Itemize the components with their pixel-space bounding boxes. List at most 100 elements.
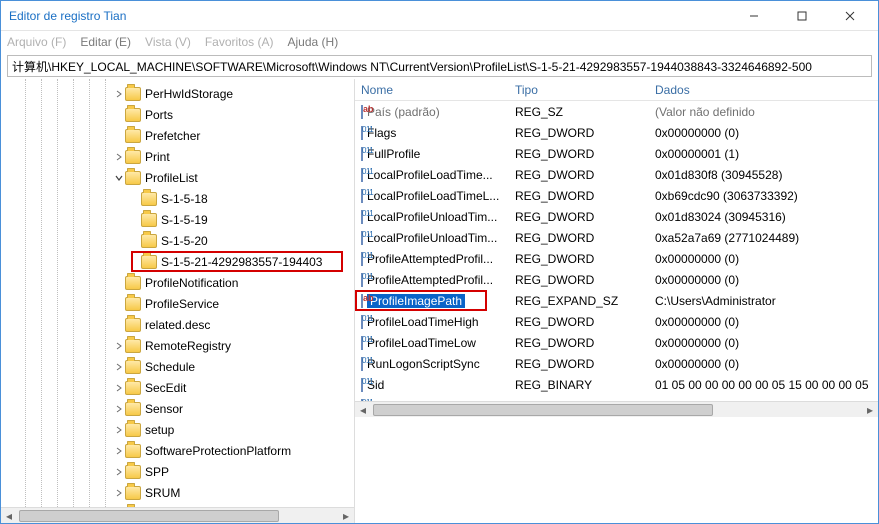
tree-item[interactable]: ProfileNotification <box>1 272 354 293</box>
value-row[interactable]: LocalProfileUnloadTim...REG_DWORD0xa52a7… <box>355 227 878 248</box>
value-data: (Valor não definido <box>655 105 878 119</box>
chevron-right-icon[interactable] <box>113 151 125 163</box>
tree-item[interactable]: SoftwareProtectionPlatform <box>1 440 354 461</box>
list-body[interactable]: País (padrão)REG_SZ(Valor não definidoFl… <box>355 101 878 416</box>
tree-item[interactable]: S-1-5-21-4292983557-194403 <box>1 251 354 272</box>
value-type: REG_SZ <box>515 105 655 119</box>
folder-icon <box>141 234 157 248</box>
tree-item[interactable]: SRUM <box>1 482 354 503</box>
tree-item[interactable]: RemoteRegistry <box>1 335 354 356</box>
col-data[interactable]: Dados <box>655 83 878 97</box>
binary-value-icon <box>361 189 363 203</box>
chevron-right-icon[interactable] <box>113 466 125 478</box>
value-row[interactable]: ProfileAttemptedProfil...REG_DWORD0x0000… <box>355 269 878 290</box>
scroll-right-icon[interactable]: ▸ <box>338 508 354 524</box>
address-bar[interactable]: 计算机\HKEY_LOCAL_MACHINE\SOFTWARE\Microsof… <box>7 55 872 77</box>
tree-item[interactable]: Ports <box>1 104 354 125</box>
binary-value-icon <box>361 210 363 224</box>
tree-item[interactable]: ProfileList <box>1 167 354 188</box>
value-row[interactable]: ProfileImagePathREG_EXPAND_SZC:\Users\Ad… <box>355 290 878 311</box>
value-type: REG_DWORD <box>515 273 655 287</box>
tree-item-label: Prefetcher <box>145 129 200 143</box>
chevron-right-icon[interactable] <box>113 403 125 415</box>
chevron-right-icon[interactable] <box>113 340 125 352</box>
col-name[interactable]: Nome <box>355 83 515 97</box>
tree-item[interactable]: Prefetcher <box>1 125 354 146</box>
value-row[interactable]: LocalProfileLoadTimeL...REG_DWORD0xb69cd… <box>355 185 878 206</box>
minimize-button[interactable] <box>734 2 774 30</box>
tree-panel[interactable]: PerHwIdStoragePortsPrefetcherPrintProfil… <box>1 79 355 523</box>
scroll-left-icon[interactable]: ◂ <box>1 508 17 524</box>
value-data: 0x01d830f8 (30945528) <box>655 168 878 182</box>
chevron-right-icon[interactable] <box>113 361 125 373</box>
tree-item-label: SecEdit <box>145 381 186 395</box>
value-row[interactable]: RunLogonScriptSyncREG_DWORD0x00000000 (0… <box>355 353 878 374</box>
scroll-thumb[interactable] <box>19 510 279 522</box>
menu-favoritos[interactable]: Favoritos (A) <box>205 35 274 49</box>
binary-value-icon <box>361 126 363 140</box>
value-row[interactable]: País (padrão)REG_SZ(Valor não definido <box>355 101 878 122</box>
chevron-right-icon[interactable] <box>113 88 125 100</box>
tree-item[interactable]: Sensor <box>1 398 354 419</box>
value-row[interactable]: LocalProfileUnloadTim...REG_DWORD0x01d83… <box>355 206 878 227</box>
tree-item-label: S-1-5-19 <box>161 213 208 227</box>
value-row[interactable]: ProfileLoadTimeHighREG_DWORD0x00000000 (… <box>355 311 878 332</box>
string-value-icon <box>361 105 363 119</box>
tree-item[interactable]: Print <box>1 146 354 167</box>
tree-item[interactable]: ProfileService <box>1 293 354 314</box>
value-row[interactable]: ProfileLoadTimeLowREG_DWORD0x00000000 (0… <box>355 332 878 353</box>
tree-item[interactable]: S-1-5-20 <box>1 230 354 251</box>
value-type: REG_DWORD <box>515 252 655 266</box>
tree-item[interactable]: setup <box>1 419 354 440</box>
maximize-button[interactable] <box>782 2 822 30</box>
value-name: ProfileLoadTimeHigh <box>367 315 479 329</box>
menu-editar[interactable]: Editar (E) <box>80 35 131 49</box>
value-row[interactable]: SidREG_BINARY01 05 00 00 00 00 00 05 15 … <box>355 374 878 395</box>
value-name: LocalProfileLoadTime... <box>367 168 493 182</box>
value-row[interactable]: FullProfileREG_DWORD0x00000001 (1) <box>355 143 878 164</box>
value-data: 0x00000001 (1) <box>655 147 878 161</box>
chevron-right-icon[interactable] <box>113 487 125 499</box>
chevron-right-icon[interactable] <box>113 424 125 436</box>
menu-arquivo[interactable]: Arquivo (F) <box>7 35 66 49</box>
value-name: ProfileAttemptedProfil... <box>367 273 493 287</box>
chevron-down-icon[interactable] <box>113 172 125 184</box>
tree-item-label: SRUM <box>145 486 180 500</box>
value-name: RunLogonScriptSync <box>367 357 480 371</box>
value-row[interactable]: FlagsREG_DWORD0x00000000 (0) <box>355 122 878 143</box>
value-data: 0x01d83024 (30945316) <box>655 210 878 224</box>
titlebar[interactable]: Editor de registro Tian <box>1 1 878 31</box>
tree-item[interactable]: S-1-5-19 <box>1 209 354 230</box>
chevron-right-icon[interactable] <box>113 382 125 394</box>
scroll-right-icon[interactable]: ▸ <box>862 402 878 418</box>
folder-icon <box>125 486 141 500</box>
col-type[interactable]: Tipo <box>515 83 655 97</box>
chevron-right-icon[interactable] <box>113 445 125 457</box>
tree-hscroll[interactable]: ◂ ▸ <box>1 507 354 523</box>
list-hscroll[interactable]: ◂ ▸ <box>355 401 878 417</box>
value-type: REG_DWORD <box>515 231 655 245</box>
scroll-left-icon[interactable]: ◂ <box>355 402 371 418</box>
tree-item-label: PerHwIdStorage <box>145 87 233 101</box>
tree-item[interactable]: SPP <box>1 461 354 482</box>
tree-item[interactable]: PerHwIdStorage <box>1 83 354 104</box>
menu-vista[interactable]: Vista (V) <box>145 35 191 49</box>
value-row[interactable]: LocalProfileLoadTime... REG_DWORD0x01d830… <box>355 164 878 185</box>
tree-item-label: S-1-5-20 <box>161 234 208 248</box>
value-name: FullProfile <box>367 147 420 161</box>
tree-item[interactable]: Schedule <box>1 356 354 377</box>
tree-item[interactable]: S-1-5-18 <box>1 188 354 209</box>
value-type: REG_BINARY <box>515 378 655 392</box>
value-type: REG_DWORD <box>515 168 655 182</box>
tree-item[interactable]: related.desc <box>1 314 354 335</box>
folder-icon <box>125 339 141 353</box>
scroll-thumb[interactable] <box>373 404 713 416</box>
menu-ajuda[interactable]: Ajuda (H) <box>288 35 339 49</box>
tree-item[interactable]: SecEdit <box>1 377 354 398</box>
folder-icon <box>125 318 141 332</box>
value-row[interactable]: ProfileAttemptedProfil...REG_DWORD0x0000… <box>355 248 878 269</box>
close-button[interactable] <box>830 2 870 30</box>
tree-item-label: setup <box>145 423 174 437</box>
list-header[interactable]: Nome Tipo Dados <box>355 79 878 101</box>
binary-value-icon <box>361 231 363 245</box>
